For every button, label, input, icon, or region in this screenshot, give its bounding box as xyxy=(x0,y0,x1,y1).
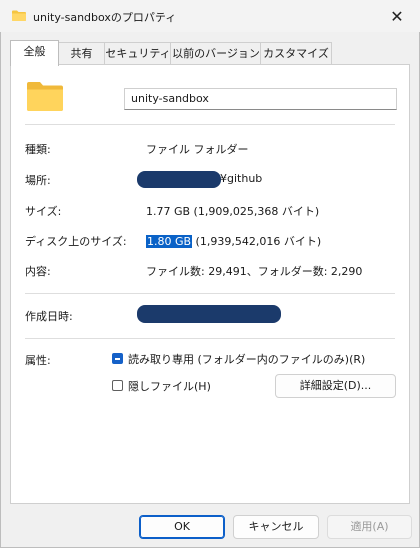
advanced-button[interactable]: 詳細設定(D)... xyxy=(275,374,396,398)
apply-button[interactable]: 適用(A) xyxy=(327,515,412,539)
contents-label: 内容: xyxy=(25,265,51,278)
hidden-label[interactable]: 隠しファイル(H) xyxy=(128,378,211,394)
redacted-location xyxy=(137,171,221,188)
window-title: unity-sandboxのプロパティ xyxy=(33,11,177,24)
attributes-label: 属性: xyxy=(25,354,51,367)
folder-icon xyxy=(12,10,26,21)
created-label: 作成日時: xyxy=(25,310,73,323)
hidden-checkbox[interactable] xyxy=(112,380,123,391)
close-icon[interactable]: ✕ xyxy=(374,0,420,32)
tab-general[interactable]: 全般 xyxy=(10,40,59,66)
general-panel: unity-sandbox 種類: ファイル フォルダー 場所: ¥github… xyxy=(10,64,410,504)
size-label: サイズ: xyxy=(25,205,62,218)
contents-value: ファイル数: 29,491、フォルダー数: 2,290 xyxy=(146,265,363,278)
divider xyxy=(25,124,395,125)
divider xyxy=(25,293,395,294)
disk-size-value: 1.80 GB (1,939,542,016 バイト) xyxy=(146,233,321,249)
properties-dialog: unity-sandboxのプロパティ ✕ 全般 共有 セキュリティ 以前のバー… xyxy=(0,0,420,548)
type-label: 種類: xyxy=(25,143,51,156)
redacted-created-date xyxy=(137,305,281,323)
type-value: ファイル フォルダー xyxy=(146,143,249,156)
location-value: ¥github xyxy=(220,172,263,185)
readonly-label[interactable]: 読み取り専用 (フォルダー内のファイルのみ)(R) xyxy=(128,351,365,367)
ok-button[interactable]: OK xyxy=(139,515,225,539)
tab-previous-versions[interactable]: 以前のバージョン xyxy=(170,42,262,65)
folder-icon xyxy=(27,82,63,111)
size-value: 1.77 GB (1,909,025,368 バイト) xyxy=(146,205,320,218)
divider xyxy=(25,338,395,339)
disk-size-label: ディスク上のサイズ: xyxy=(25,235,127,248)
disk-size-selected: 1.80 GB xyxy=(146,235,193,248)
tab-sharing[interactable]: 共有 xyxy=(57,42,106,65)
tab-customize[interactable]: カスタマイズ xyxy=(260,42,332,65)
readonly-checkbox[interactable] xyxy=(112,353,123,364)
folder-name-input[interactable]: unity-sandbox xyxy=(124,88,397,110)
disk-size-bytes: (1,939,542,016 バイト) xyxy=(192,235,322,248)
tab-security[interactable]: セキュリティ xyxy=(104,42,172,65)
title-bar: unity-sandboxのプロパティ ✕ xyxy=(0,0,420,32)
cancel-button[interactable]: キャンセル xyxy=(233,515,319,539)
location-label: 場所: xyxy=(25,174,51,187)
